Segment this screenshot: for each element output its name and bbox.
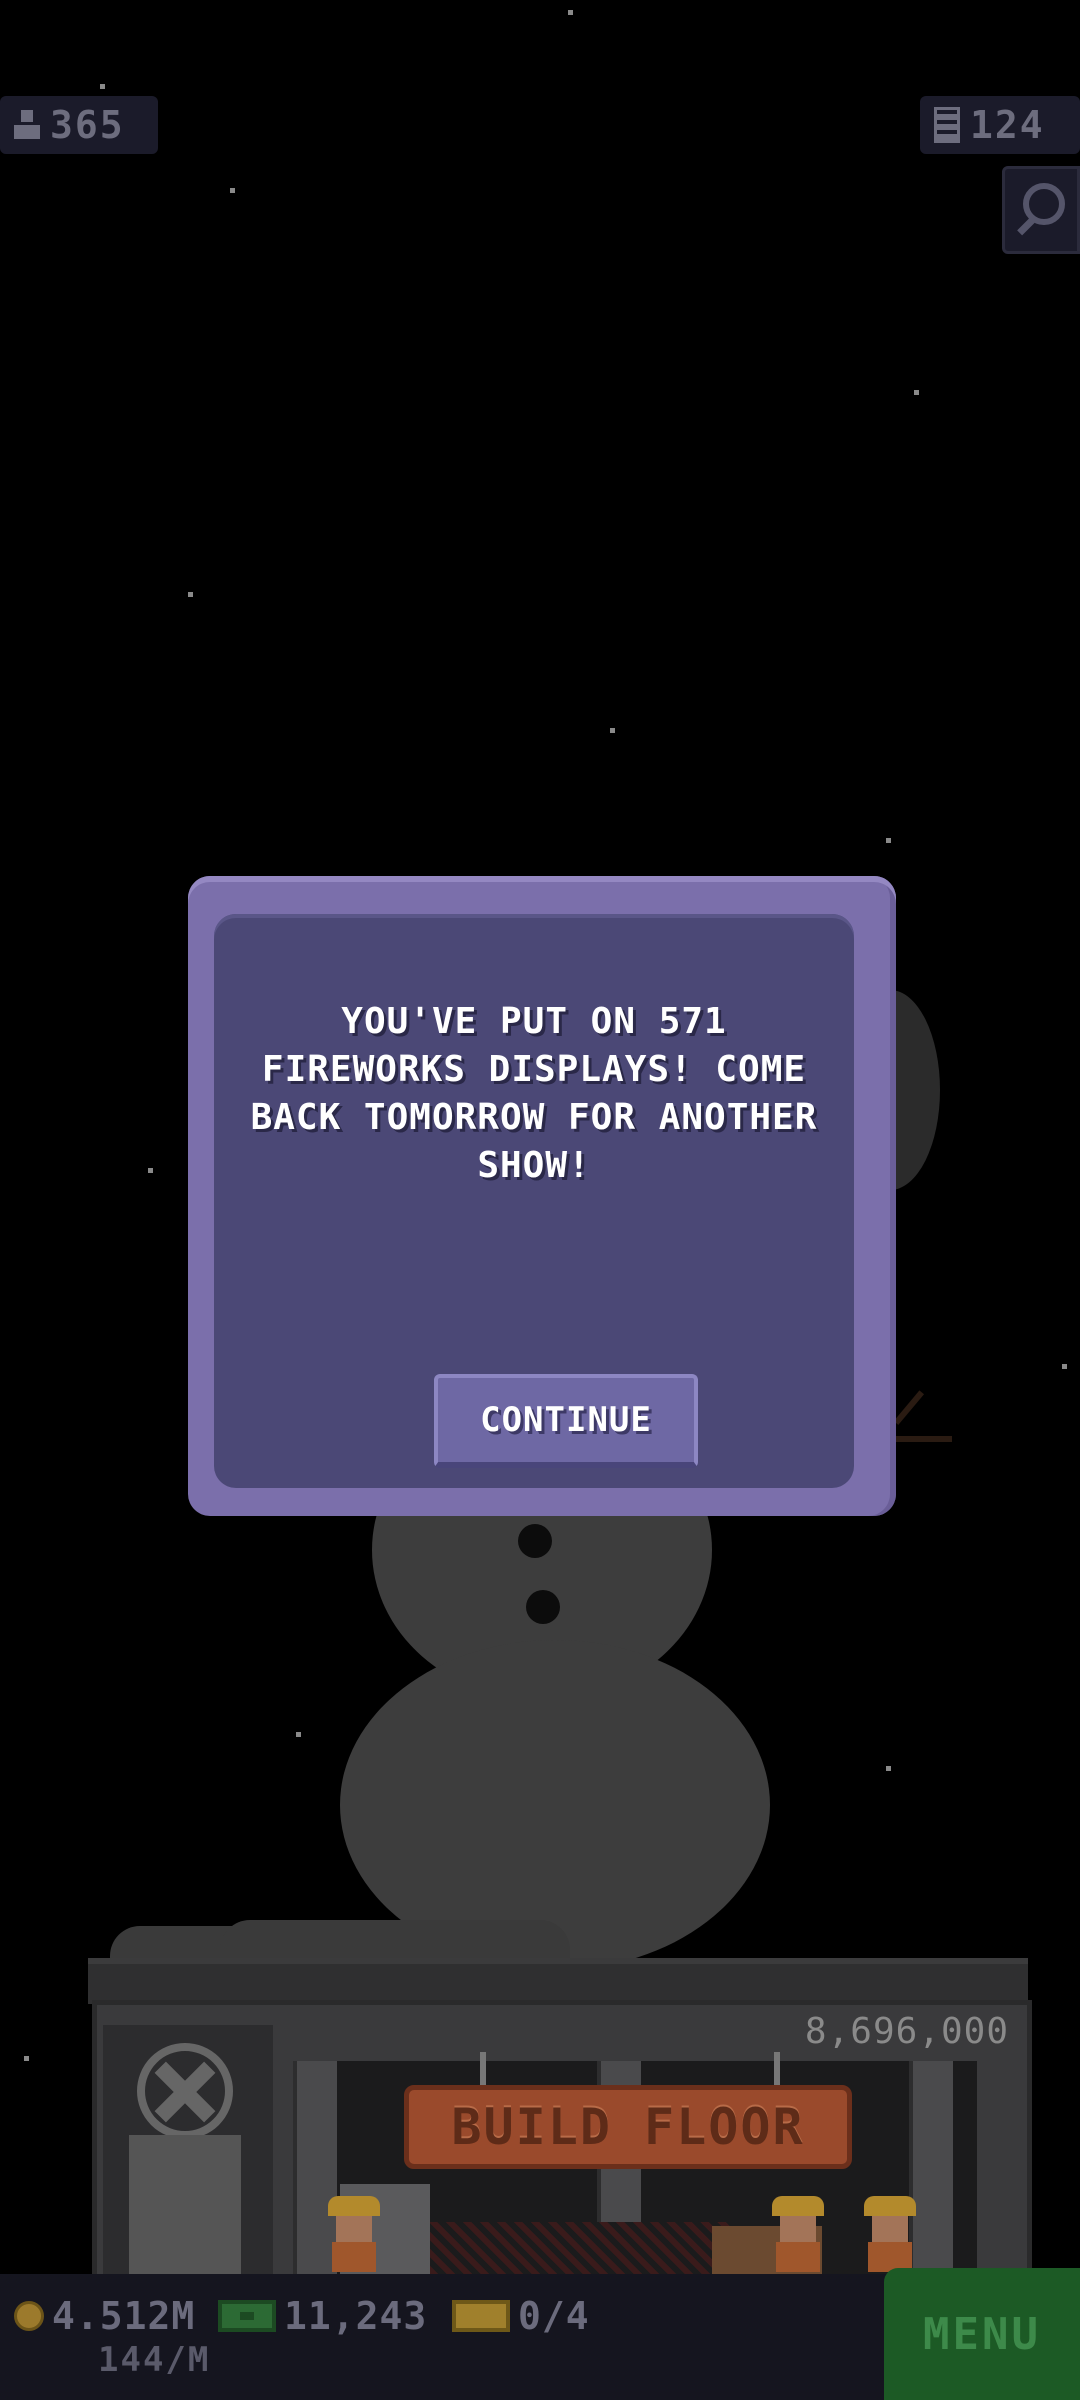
construction-worker <box>770 2196 826 2272</box>
income-rate: 144/M <box>98 2340 211 2380</box>
sign-hook <box>774 2052 780 2086</box>
scaffold-lattice <box>430 2222 730 2274</box>
bux-value: 11,243 <box>284 2294 428 2338</box>
star <box>886 1766 891 1771</box>
elevator-wheel-icon <box>137 2043 233 2139</box>
build-floor-button[interactable]: BUILD FLOOR <box>404 2085 852 2169</box>
elevator[interactable] <box>103 2025 273 2280</box>
building-roof <box>88 1958 1028 2004</box>
construction-worker <box>862 2196 918 2272</box>
star <box>610 728 615 733</box>
snowman-button <box>518 1524 552 1558</box>
star <box>568 10 573 15</box>
elevator-car <box>129 2135 241 2275</box>
star <box>914 390 919 395</box>
bux-icon <box>218 2300 276 2332</box>
floor-count-value: 124 <box>970 103 1045 147</box>
star <box>230 188 235 193</box>
population-counter[interactable]: 365 <box>0 96 158 154</box>
star <box>24 2056 29 2061</box>
star <box>1062 1364 1067 1369</box>
snowman-arm <box>893 1390 925 1425</box>
construction-worker <box>326 2196 382 2272</box>
snowman-button <box>526 1590 560 1624</box>
population-value: 365 <box>50 103 125 147</box>
floor-counter[interactable]: 124 <box>920 96 1080 154</box>
tickets-stat[interactable]: 0/4 <box>452 2294 590 2338</box>
star <box>100 84 105 89</box>
star <box>188 592 193 597</box>
coins-value: 4.512M <box>52 2294 196 2338</box>
star <box>148 1168 153 1173</box>
search-button[interactable] <box>1002 166 1080 254</box>
star <box>886 838 891 843</box>
fireworks-dialog: YOU'VE PUT ON 571 FIREWORKS DISPLAYS! CO… <box>188 876 896 1516</box>
coins-stat[interactable]: 4.512M <box>14 2294 195 2338</box>
coin-icon <box>14 2301 44 2331</box>
ticket-icon <box>452 2300 510 2332</box>
star <box>296 1732 301 1737</box>
building-icon <box>934 107 960 143</box>
bux-stat[interactable]: 11,243 <box>218 2294 427 2338</box>
dialog-message: YOU'VE PUT ON 571 FIREWORKS DISPLAYS! CO… <box>250 1001 818 1186</box>
floor-cost: 8,696,000 <box>804 2011 1009 2052</box>
dialog-body: YOU'VE PUT ON 571 FIREWORKS DISPLAYS! CO… <box>214 914 854 1488</box>
continue-button[interactable]: CONTINUE <box>434 1374 698 1468</box>
person-icon <box>14 108 40 142</box>
sign-hook <box>480 2052 486 2086</box>
snowman-arm <box>890 1436 952 1442</box>
menu-button[interactable]: MENU <box>884 2268 1080 2400</box>
tickets-value: 0/4 <box>518 2294 590 2338</box>
